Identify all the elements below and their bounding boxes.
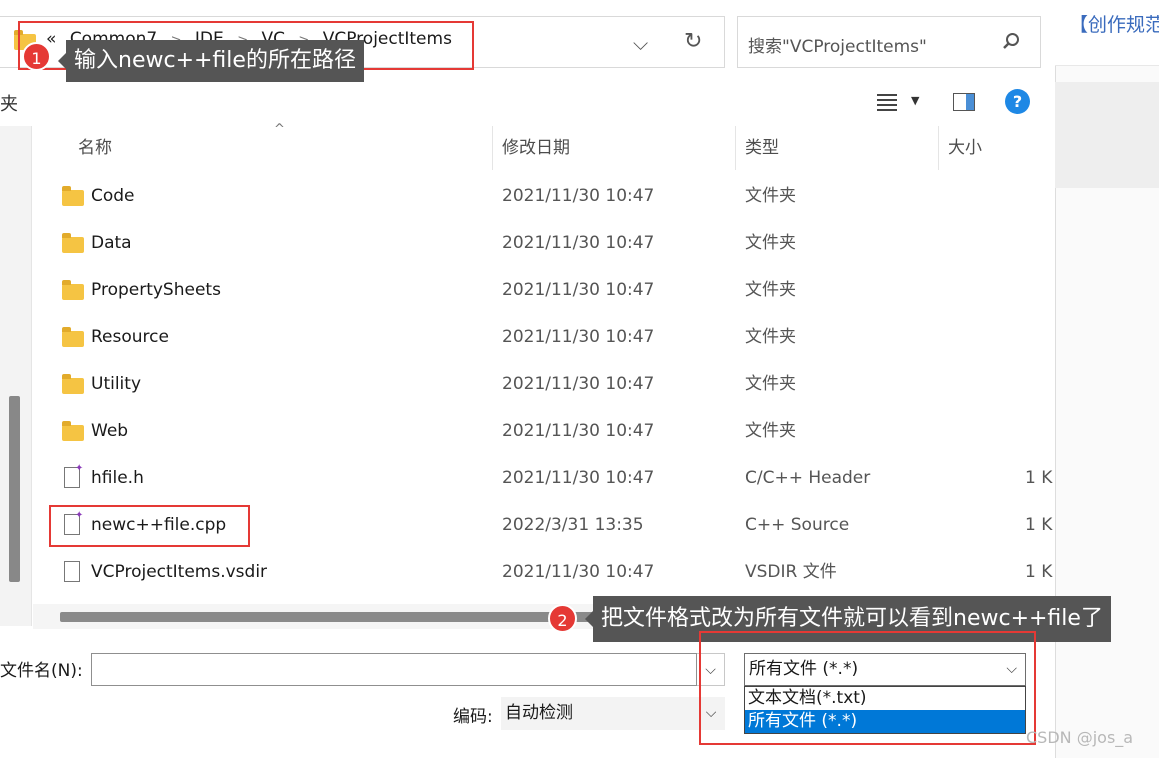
preview-pane-icon[interactable]: [953, 93, 975, 111]
file-type: 文件夹: [745, 374, 796, 394]
list-view-icon[interactable]: [877, 93, 897, 111]
file-name: Web: [91, 421, 129, 441]
search-input[interactable]: 搜索"VCProjectItems": [737, 16, 1041, 68]
file-name: Data: [91, 233, 132, 253]
file-type: 文件夹: [745, 186, 796, 206]
file-type: C/C++ Header: [745, 468, 871, 488]
annotation-badge-2: 2: [548, 604, 577, 633]
nav-scrollbar[interactable]: [9, 396, 20, 582]
file-date: 2021/11/30 10:47: [502, 562, 655, 582]
folder-icon: [62, 421, 84, 441]
view-options-arrow-icon[interactable]: ▼: [911, 94, 919, 107]
file-type: 文件夹: [745, 280, 796, 300]
file-type: 文件夹: [745, 233, 796, 253]
file-name: Code: [91, 186, 135, 206]
annotation-badge-1: 1: [22, 42, 51, 71]
background-page-panel: [1055, 82, 1159, 188]
chevron-down-icon[interactable]: ⌵: [633, 31, 648, 55]
file-size: 1 K: [1025, 468, 1053, 488]
file-type: VSDIR 文件: [745, 562, 837, 582]
file-name: hfile.h: [91, 468, 144, 488]
file-date: 2021/11/30 10:47: [502, 421, 655, 441]
folder-icon: [62, 374, 84, 394]
background-page-title: 【创作规范: [1069, 14, 1159, 36]
list-item[interactable]: Code 2021/11/30 10:47 文件夹: [48, 173, 1055, 220]
folder-icon: [62, 280, 84, 300]
refresh-icon[interactable]: ↻: [684, 29, 702, 54]
list-item[interactable]: Web 2021/11/30 10:47 文件夹: [48, 408, 1055, 455]
file-name: Resource: [91, 327, 169, 347]
file-date: 2021/11/30 10:47: [502, 233, 655, 253]
file-date: 2022/3/31 13:35: [502, 515, 644, 535]
list-item[interactable]: Utility 2021/11/30 10:47 文件夹: [48, 361, 1055, 408]
file-name: VCProjectItems.vsdir: [91, 562, 268, 582]
annotation-tip-1: 输入newc++file的所在路径: [58, 40, 364, 82]
encoding-select[interactable]: 自动检测: [501, 697, 697, 730]
file-type: C++ Source: [745, 515, 850, 535]
search-icon[interactable]: [1002, 32, 1020, 50]
search-placeholder: 搜索"VCProjectItems": [748, 37, 927, 57]
file-name: PropertySheets: [91, 280, 221, 300]
file-date: 2021/11/30 10:47: [502, 374, 655, 394]
folder-icon: [62, 186, 84, 206]
list-item[interactable]: ✦ hfile.h 2021/11/30 10:47 C/C++ Header …: [48, 455, 1055, 502]
file-type: 文件夹: [745, 421, 796, 441]
file-date: 2021/11/30 10:47: [502, 280, 655, 300]
new-folder-button-fragment[interactable]: 夹: [0, 90, 18, 116]
file-size: 1 K: [1025, 515, 1053, 535]
column-header-type[interactable]: 类型: [735, 126, 938, 170]
file-date: 2021/11/30 10:47: [502, 327, 655, 347]
annotation-box-file: [49, 505, 250, 547]
folder-icon: [62, 327, 84, 347]
file-type: 文件夹: [745, 327, 796, 347]
column-header-name[interactable]: 名称: [68, 126, 492, 170]
file-date: 2021/11/30 10:47: [502, 468, 655, 488]
file-name: Utility: [91, 374, 142, 394]
file-icon: [64, 561, 80, 582]
list-item[interactable]: VCProjectItems.vsdir 2021/11/30 10:47 VS…: [48, 549, 1055, 596]
file-date: 2021/11/30 10:47: [502, 186, 655, 206]
watermark: CSDN @jos_a: [1026, 728, 1134, 747]
encoding-label: 编码:: [453, 707, 493, 727]
horizontal-scrollbar-thumb[interactable]: [60, 612, 600, 622]
column-header-date[interactable]: 修改日期: [492, 126, 735, 170]
annotation-box-filter: [699, 631, 1036, 745]
sparkle-icon: ✦: [75, 463, 84, 474]
filename-input[interactable]: [91, 653, 697, 686]
column-header-size[interactable]: 大小: [938, 126, 1055, 170]
list-item[interactable]: Resource 2021/11/30 10:47 文件夹: [48, 314, 1055, 361]
filename-label: 文件名(N):: [0, 661, 83, 681]
folder-icon: [62, 233, 84, 253]
help-icon[interactable]: ?: [1005, 89, 1030, 114]
list-item[interactable]: PropertySheets 2021/11/30 10:47 文件夹: [48, 267, 1055, 314]
file-size: 1 K: [1025, 562, 1053, 582]
list-item[interactable]: Data 2021/11/30 10:47 文件夹: [48, 220, 1055, 267]
